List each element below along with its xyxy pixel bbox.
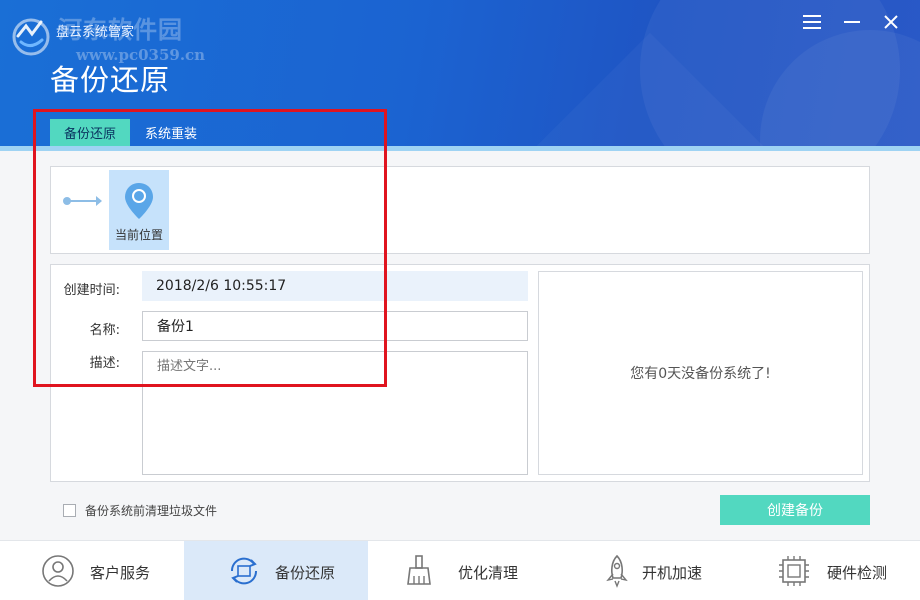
backup-status-message: 您有0天没备份系统了! [630, 366, 771, 382]
clean-before-backup-label: 备份系统前清理垃圾文件 [85, 504, 218, 518]
customer-service-icon [42, 555, 74, 587]
hamburger-menu-icon [803, 15, 821, 29]
nav-label: 硬件检测 [827, 564, 888, 582]
backup-status-panel: 您有0天没备份系统了! [538, 271, 863, 475]
description-field[interactable] [142, 351, 528, 475]
app-title: 盘云系统管家 [56, 25, 135, 40]
nav-item-customer-service[interactable]: 客户服务 [0, 541, 184, 600]
tab-backup-restore[interactable]: 备份还原 [50, 119, 130, 146]
broom-icon [407, 555, 431, 585]
description-label: 描述: [89, 356, 120, 371]
name-field[interactable] [142, 311, 528, 341]
nav-item-optimize-clean[interactable]: 优化清理 [368, 541, 552, 600]
timeline-node-label: 当前位置 [114, 228, 163, 242]
minimize-icon [844, 21, 860, 23]
page-title: 备份还原 [50, 63, 171, 97]
nav-label: 客户服务 [90, 564, 151, 582]
app-logo-icon [8, 12, 54, 58]
nav-item-boot-speedup[interactable]: 开机加速 [552, 541, 736, 600]
created-time-label: 创建时间: [63, 283, 120, 298]
close-icon [884, 15, 898, 29]
backup-restore-icon [230, 557, 258, 585]
tab-system-reinstall[interactable]: 系统重装 [138, 119, 204, 146]
backup-timeline [50, 166, 870, 254]
nav-item-backup-restore[interactable]: 备份还原 [184, 541, 368, 600]
nav-item-hardware-check[interactable]: 硬件检测 [736, 541, 920, 600]
timeline-arrow-icon [96, 196, 102, 206]
nav-label: 备份还原 [275, 564, 336, 582]
menu-button[interactable] [800, 10, 824, 34]
name-label: 名称: [89, 323, 120, 338]
chip-icon [779, 556, 809, 586]
close-button[interactable] [879, 10, 903, 34]
rocket-icon [606, 554, 628, 588]
location-pin-icon [125, 183, 153, 219]
bottom-nav: 客户服务 备份还原 优化清理 开机加速 硬件检测 [0, 540, 920, 600]
clean-before-backup-option[interactable]: 备份系统前清理垃圾文件 [63, 502, 217, 519]
minimize-button[interactable] [840, 10, 864, 34]
create-backup-button[interactable]: 创建备份 [720, 495, 870, 525]
nav-label: 优化清理 [458, 564, 519, 582]
nav-label: 开机加速 [642, 564, 703, 582]
clean-before-backup-checkbox[interactable] [63, 504, 76, 517]
created-time-value: 2018/2/6 10:55:17 [142, 271, 528, 301]
timeline-node-current[interactable]: 当前位置 [109, 170, 169, 250]
